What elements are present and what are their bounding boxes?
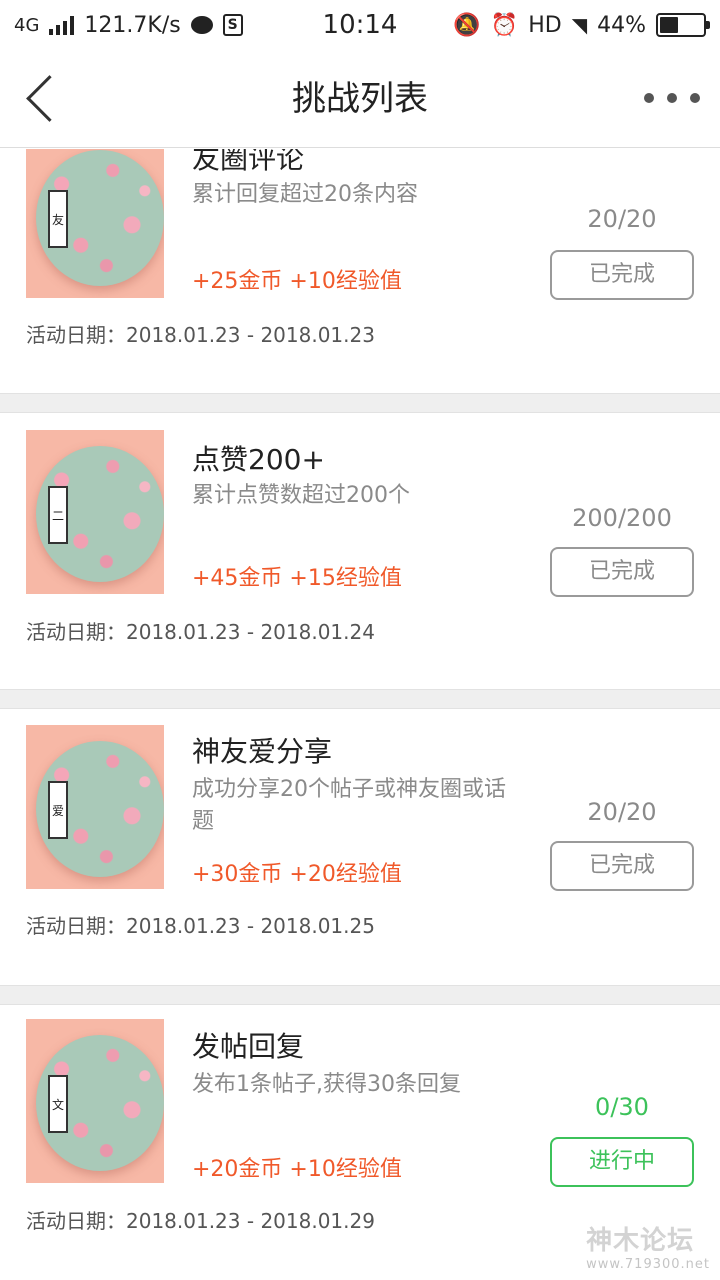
challenge-thumbnail: 爱 <box>26 725 164 889</box>
hd-label: HD <box>528 12 562 38</box>
challenge-desc: 成功分享20个帖子或神友圈或话题 <box>192 777 506 834</box>
challenge-list[interactable]: 友 友圈评论 累计回复超过20条内容 20/20 +25金币 +10经验值 已完… <box>0 149 720 1280</box>
challenge-title: 友圈评论 <box>192 149 305 175</box>
activity-date: 活动日期：2018.01.23 - 2018.01.29 <box>26 1209 375 1233</box>
more-dot-icon <box>644 93 654 103</box>
status-left: 4G 121.7K/s S <box>14 13 243 38</box>
message-icon <box>190 16 213 34</box>
card-separator <box>0 985 720 1005</box>
challenge-card[interactable]: 爱 神友爱分享 成功分享20个帖子或神友圈或话题 20/20 +30金币 +20… <box>0 710 720 986</box>
network-type: 4G <box>14 14 40 36</box>
challenge-thumbnail: 文 <box>26 1019 164 1183</box>
nav-bar: 挑战列表 <box>0 50 720 148</box>
status-right: 🔕 ⏰ HD ◥ 44% <box>453 12 710 38</box>
network-speed: 121.7K/s <box>84 12 181 38</box>
challenge-progress: 20/20 <box>587 205 657 233</box>
challenge-reward: +30金币 +20经验值 <box>192 862 402 887</box>
challenge-card[interactable]: 友 友圈评论 累计回复超过20条内容 20/20 +25金币 +10经验值 已完… <box>0 149 720 373</box>
card-separator <box>0 393 720 413</box>
challenge-title: 点赞200+ <box>192 443 325 476</box>
challenge-progress: 20/20 <box>587 798 657 826</box>
challenge-title: 发帖回复 <box>192 1030 305 1063</box>
activity-date: 活动日期：2018.01.23 - 2018.01.23 <box>26 323 375 347</box>
more-button[interactable] <box>644 88 700 108</box>
alarm-icon: ⏰ <box>490 12 519 38</box>
challenge-desc: 累计回复超过20条内容 <box>192 182 418 207</box>
status-bar: 4G 121.7K/s S 10:14 🔕 ⏰ HD ◥ 44% <box>0 0 720 50</box>
card-separator <box>0 689 720 709</box>
status-button[interactable]: 已完成 <box>550 841 694 891</box>
s-app-icon: S <box>222 14 243 36</box>
challenge-title: 神友爱分享 <box>192 735 333 768</box>
challenge-reward: +20金币 +10经验值 <box>192 1157 402 1182</box>
challenge-card[interactable]: 二 点赞200+ 累计点赞数超过200个 200/200 +45金币 +15经验… <box>0 414 720 690</box>
challenge-thumbnail: 二 <box>26 430 164 594</box>
challenge-reward: +25金币 +10经验值 <box>192 269 402 294</box>
challenge-desc: 发布1条帖子,获得30条回复 <box>192 1072 461 1097</box>
status-button[interactable]: 已完成 <box>550 547 694 597</box>
challenge-progress: 200/200 <box>572 504 672 532</box>
wifi-icon: ◥ <box>571 13 588 37</box>
status-button[interactable]: 进行中 <box>550 1137 694 1187</box>
more-dot-icon <box>690 93 700 103</box>
watermark: 神木论坛 www.719300.net <box>586 1220 710 1272</box>
more-dot-icon <box>667 93 677 103</box>
signal-icon <box>49 15 75 35</box>
watermark-text: 神木论坛 <box>586 1226 695 1256</box>
challenge-desc: 累计点赞数超过200个 <box>192 483 410 508</box>
activity-date: 活动日期：2018.01.23 - 2018.01.24 <box>26 620 375 644</box>
activity-date: 活动日期：2018.01.23 - 2018.01.25 <box>26 914 375 938</box>
watermark-url: www.719300.net <box>586 1257 710 1272</box>
battery-percent: 44% <box>597 12 646 38</box>
challenge-reward: +45金币 +15经验值 <box>192 566 402 591</box>
status-button[interactable]: 已完成 <box>550 250 694 300</box>
challenge-thumbnail: 友 <box>26 149 164 298</box>
challenge-progress: 0/30 <box>595 1093 649 1121</box>
battery-fill <box>660 17 678 33</box>
battery-icon <box>656 13 710 37</box>
page-title: 挑战列表 <box>292 79 428 119</box>
mute-icon: 🔕 <box>453 12 481 38</box>
